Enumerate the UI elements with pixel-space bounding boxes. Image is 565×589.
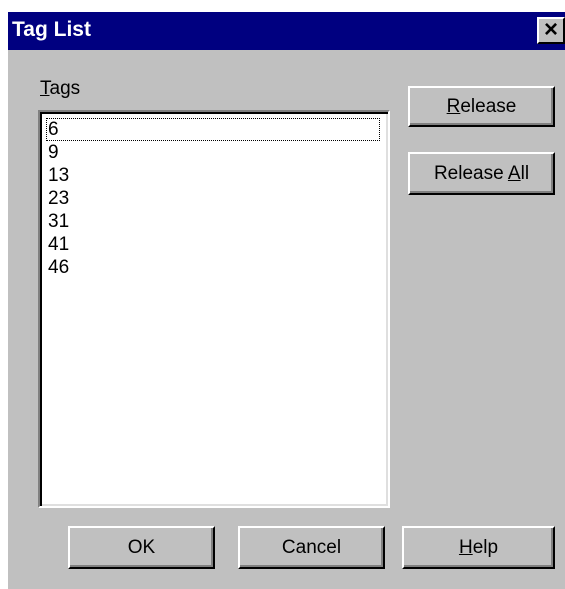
- tags-listbox[interactable]: 6 9 13 23 31 41 46: [38, 110, 390, 508]
- help-button[interactable]: Help: [402, 526, 555, 569]
- title-bar: Tag List ×: [8, 12, 565, 50]
- cancel-button[interactable]: Cancel: [238, 526, 385, 569]
- tag-list-item[interactable]: 46: [46, 256, 380, 279]
- tag-list-item[interactable]: 13: [46, 164, 380, 187]
- close-button[interactable]: ×: [537, 17, 565, 44]
- release-all-button-mnemonic: A: [507, 163, 521, 184]
- tag-list-item[interactable]: 41: [46, 233, 380, 256]
- tags-label-rest: ags: [49, 78, 81, 99]
- tag-list-item[interactable]: 6: [46, 118, 380, 141]
- release-button[interactable]: Release: [408, 86, 555, 127]
- tags-label-mnemonic: T: [40, 78, 50, 99]
- tag-list-item[interactable]: 23: [46, 187, 380, 210]
- help-button-rest: elp: [472, 537, 499, 558]
- help-button-mnemonic: H: [458, 537, 473, 558]
- tag-list-dialog: Tag List × Tags 6 9 13 23 31 41 46 Release Rel…: [8, 12, 565, 589]
- ok-button[interactable]: OK: [68, 526, 215, 569]
- tags-label: Tags: [40, 78, 80, 100]
- release-button-mnemonic: R: [446, 96, 461, 117]
- window-title: Tag List: [12, 18, 91, 41]
- tag-list-item[interactable]: 9: [46, 141, 380, 164]
- close-icon: ×: [543, 16, 558, 43]
- release-all-button-prefix: Release: [433, 163, 508, 184]
- release-button-rest: elease: [460, 96, 517, 117]
- release-all-button[interactable]: Release All: [408, 152, 555, 195]
- tag-list-item[interactable]: 31: [46, 210, 380, 233]
- release-all-button-rest: ll: [520, 163, 530, 184]
